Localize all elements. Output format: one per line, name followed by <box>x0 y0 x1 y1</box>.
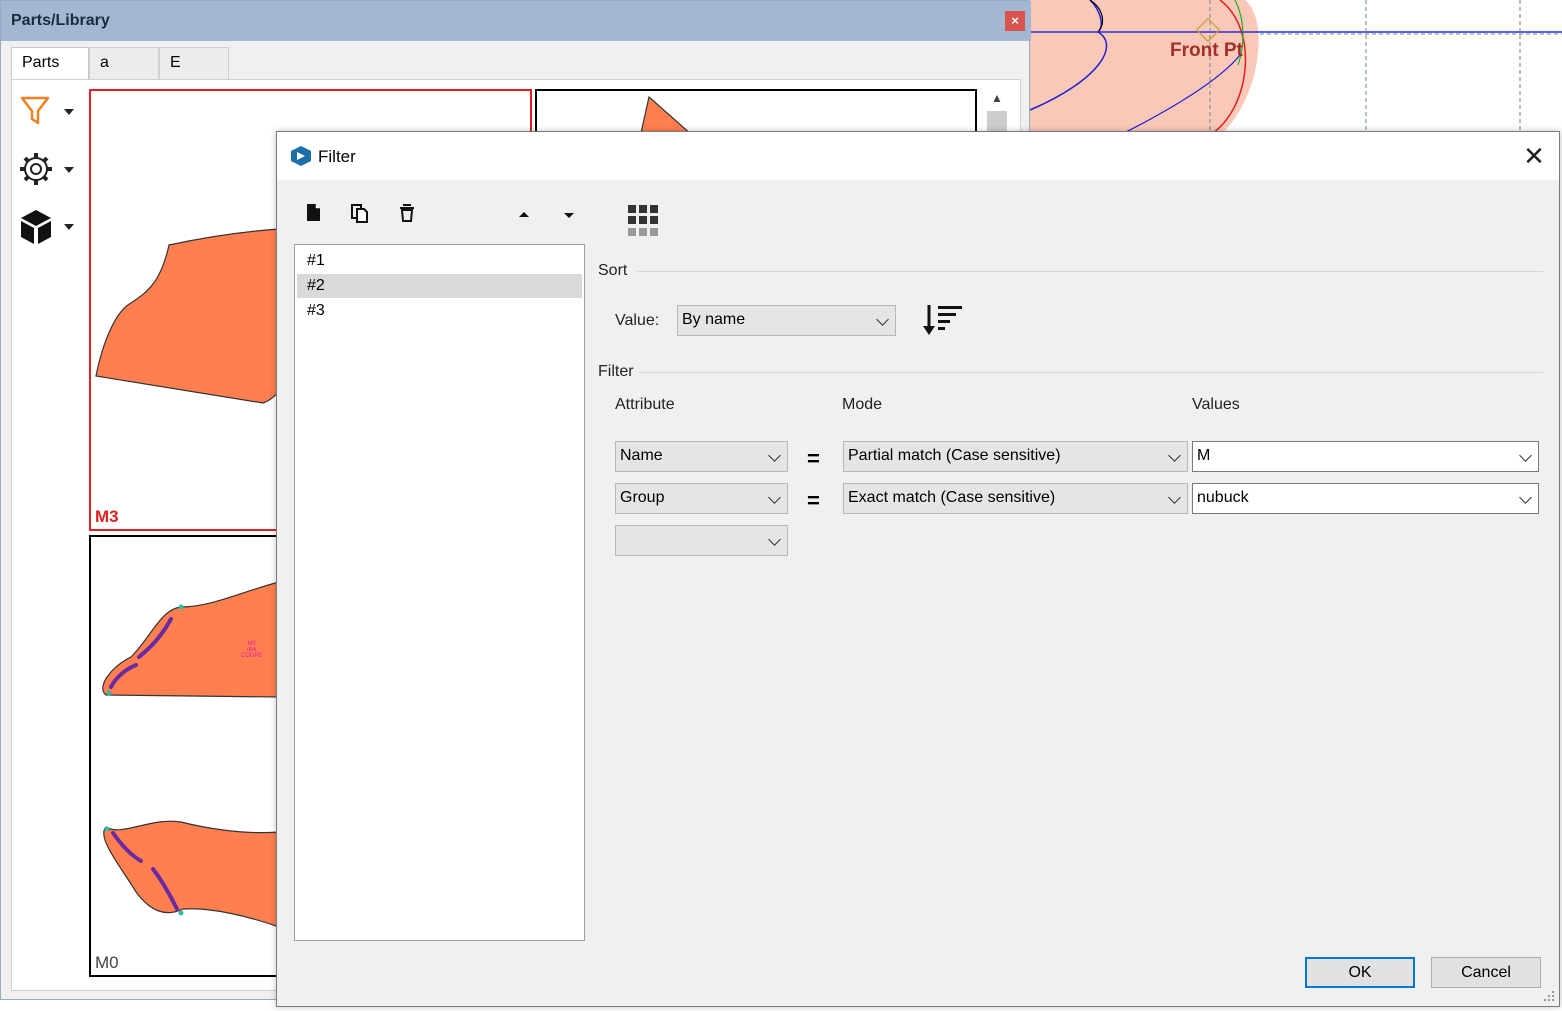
chevron-down-icon <box>1168 449 1181 462</box>
tab-parts[interactable]: Parts <box>11 47 89 79</box>
attribute-select[interactable]: Name <box>615 441 788 472</box>
part-tile-m0[interactable]: M0 nbk COUPE M0 <box>89 535 289 977</box>
tab-e[interactable]: E <box>159 47 229 79</box>
tab-a[interactable]: a <box>89 47 159 79</box>
mode-select[interactable]: Exact match (Case sensitive) <box>843 483 1188 514</box>
canvas-point-label: Front Pt <box>1170 40 1243 61</box>
filter-section-label: Filter <box>598 363 634 380</box>
scroll-up-button[interactable]: ▲ <box>987 91 1007 109</box>
settings-tool-button[interactable] <box>19 151 79 191</box>
pattern-drawing <box>1030 0 1562 135</box>
gear-icon <box>20 153 52 185</box>
list-item[interactable]: #2 <box>297 274 582 298</box>
part-label: M0 <box>95 953 119 972</box>
part-shape-m0 <box>102 581 280 928</box>
mode-select-text: Exact match (Case sensitive) <box>848 489 1056 506</box>
sort-value-label: Value: <box>615 312 660 329</box>
sort-value-text: By name <box>682 311 746 328</box>
chevron-down-icon <box>1168 491 1181 504</box>
dialog-close-button[interactable]: ✕ <box>1519 142 1549 170</box>
chevron-down-icon <box>64 109 74 115</box>
value-combobox-text: M <box>1197 447 1211 464</box>
sort-section-label: Sort <box>598 262 628 279</box>
chevron-down-icon <box>1519 491 1532 504</box>
filter-list[interactable]: #1 #2 #3 <box>294 244 585 941</box>
mode-column-header: Mode <box>842 396 883 413</box>
chevron-down-icon <box>876 313 889 326</box>
equals-operator: = <box>807 446 820 471</box>
mode-select[interactable]: Partial match (Case sensitive) <box>843 441 1188 472</box>
new-icon[interactable] <box>303 202 325 224</box>
mode-select-text: Partial match (Case sensitive) <box>848 447 1061 464</box>
filter-section-divider <box>639 372 1543 373</box>
app-logo-icon <box>291 146 311 166</box>
parts-library-title: Parts/Library <box>11 12 110 29</box>
3d-tool-button[interactable] <box>19 208 79 248</box>
equals-operator: = <box>807 488 820 513</box>
sort-section-divider <box>637 271 1543 272</box>
part-label: M3 <box>95 507 119 526</box>
scrollbar-thumb[interactable] <box>987 111 1007 133</box>
filter-dialog-titlebar: Filter ✕ <box>277 132 1559 180</box>
attribute-select-text: Group <box>620 489 665 506</box>
parts-library-titlebar: Parts/Library × <box>1 1 1031 41</box>
ok-button[interactable]: OK <box>1305 957 1415 988</box>
sort-value-select[interactable]: By name <box>677 305 896 336</box>
attribute-select[interactable]: Group <box>615 483 788 514</box>
dialog-title: Filter <box>318 147 356 166</box>
cancel-button[interactable]: Cancel <box>1431 957 1541 988</box>
chevron-down-icon <box>768 491 781 504</box>
part-annotation-text: M0 nbk COUPE <box>241 641 263 659</box>
move-down-icon[interactable] <box>558 204 580 226</box>
attribute-column-header: Attribute <box>615 396 675 413</box>
chevron-down-icon <box>768 533 781 546</box>
attribute-select[interactable] <box>615 525 788 556</box>
parts-library-close-button[interactable]: × <box>1005 11 1025 31</box>
list-item[interactable]: #1 <box>297 249 582 273</box>
delete-icon[interactable] <box>397 202 419 224</box>
list-item[interactable]: #3 <box>297 299 582 323</box>
move-up-icon[interactable] <box>513 204 535 226</box>
value-combobox[interactable]: nubuck <box>1192 483 1539 514</box>
filter-tool-button[interactable] <box>19 93 79 133</box>
filter-icon <box>20 96 50 125</box>
values-column-header: Values <box>1192 396 1240 413</box>
chevron-down-icon <box>64 224 74 230</box>
chevron-down-icon <box>1519 449 1532 462</box>
grid-icon[interactable] <box>627 204 663 240</box>
cube-icon <box>21 210 51 244</box>
chevron-down-icon <box>768 449 781 462</box>
sort-descending-icon[interactable] <box>922 301 966 339</box>
chevron-down-icon <box>64 167 74 173</box>
value-combobox[interactable]: M <box>1192 441 1539 472</box>
copy-icon[interactable] <box>349 202 371 224</box>
filter-dialog: Filter ✕ #1 #2 #3 Sort Value: By name Fi… <box>276 131 1560 1007</box>
value-combobox-text: nubuck <box>1197 489 1249 506</box>
attribute-select-text: Name <box>620 447 663 464</box>
resize-grip-icon[interactable] <box>1543 990 1555 1002</box>
